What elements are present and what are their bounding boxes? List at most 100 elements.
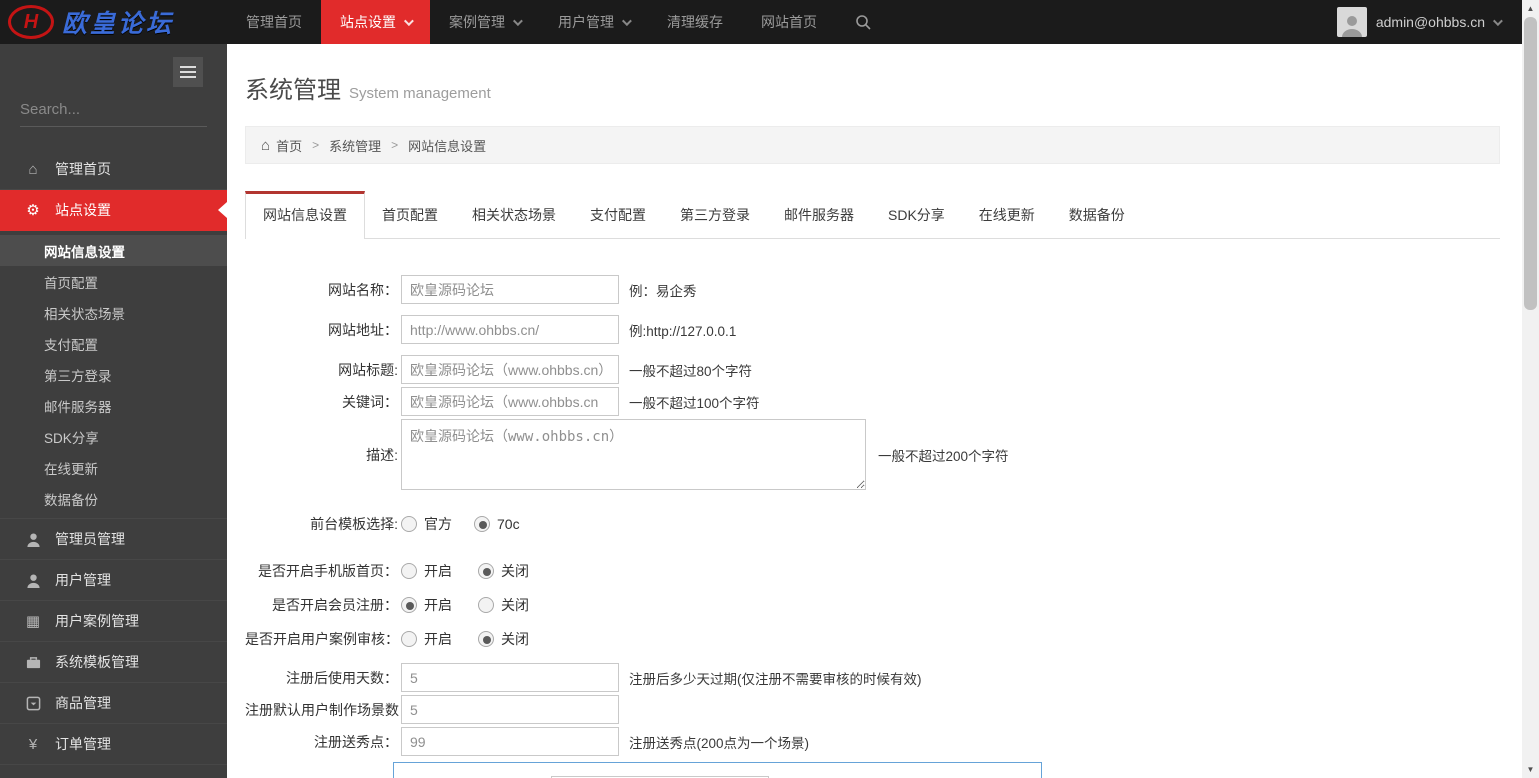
sidebar-item-user-management[interactable]: 用户管理 <box>0 560 227 601</box>
submenu-item-status-scene[interactable]: 相关状态场景 <box>0 297 227 328</box>
site-url-input[interactable] <box>401 315 619 344</box>
vertical-scrollbar[interactable]: ▲ ▼ <box>1522 0 1539 778</box>
topnav-label: 站点设置 <box>340 12 396 32</box>
tab-data-backup[interactable]: 数据备份 <box>1052 192 1142 238</box>
field-label: 注册后使用天数： <box>245 668 401 688</box>
sidebar-item-label: 站点设置 <box>55 200 111 220</box>
sidebar-item-site-settings[interactable]: ⚙ 站点设置 <box>0 190 227 231</box>
submenu-item-data-backup[interactable]: 数据备份 <box>0 483 227 514</box>
days-after-register-input[interactable] <box>401 663 619 692</box>
keywords-input[interactable] <box>401 387 619 416</box>
avatar <box>1337 7 1367 37</box>
register-points-input[interactable] <box>401 727 619 756</box>
radio-icon <box>474 516 490 532</box>
top-nav: 管理首页 站点设置 案例管理 用户管理 清理缓存 网站首页 <box>227 0 890 44</box>
tab-status-scene[interactable]: 相关状态场景 <box>455 192 573 238</box>
field-label: 是否开启会员注册： <box>245 595 401 615</box>
case-review-radio-group: 开启 关闭 <box>401 629 555 649</box>
sidebar-item-label: 订单管理 <box>55 734 111 754</box>
submenu-item-online-update[interactable]: 在线更新 <box>0 452 227 483</box>
radio-on[interactable]: 开启 <box>401 561 452 581</box>
form-row-site-title: 网站标题: 一般不超过80个字符 <box>245 355 1500 384</box>
submenu-label: SDK分享 <box>44 427 99 447</box>
radio-icon <box>401 597 417 613</box>
sidebar-search <box>20 101 207 127</box>
tab-site-info[interactable]: 网站信息设置 <box>245 191 365 239</box>
scrollbar-thumb[interactable] <box>1524 17 1537 310</box>
submenu-item-site-info[interactable]: 网站信息设置 <box>0 235 227 266</box>
field-helper: 例:http://127.0.0.1 <box>629 320 736 340</box>
field-helper: 注册送秀点(200点为一个场景) <box>629 732 809 752</box>
sidebar-item-system-template-management[interactable]: 系统模板管理 <box>0 642 227 683</box>
yen-icon: ¥ <box>22 736 44 753</box>
user-email: admin@ohbbs.cn <box>1376 14 1485 30</box>
topnav-item-case-management[interactable]: 案例管理 <box>430 0 539 44</box>
tab-sdk-share[interactable]: SDK分享 <box>871 192 962 238</box>
radio-label: 关闭 <box>501 595 529 615</box>
sidebar-collapse-button[interactable] <box>173 57 203 87</box>
topnav-item-site-home[interactable]: 网站首页 <box>742 0 836 44</box>
sidebar-submenu: 网站信息设置 首页配置 相关状态场景 支付配置 第三方登录 邮件服务器 SDK分… <box>0 231 227 519</box>
sidebar-item-product-management[interactable]: 商品管理 <box>0 683 227 724</box>
radio-70c[interactable]: 70c <box>474 516 520 532</box>
site-name-input[interactable] <box>401 275 619 304</box>
tab-online-update[interactable]: 在线更新 <box>962 192 1052 238</box>
gear-icon: ⚙ <box>22 201 44 219</box>
field-helper: 注册后多少天过期(仅注册不需要审核的时候有效) <box>629 668 922 688</box>
topnav-item-admin-home[interactable]: 管理首页 <box>227 0 321 44</box>
submenu-label: 在线更新 <box>44 458 98 478</box>
form-row-template-select: 前台模板选择: 官方 70c <box>245 514 1500 534</box>
sidebar-item-order-management[interactable]: ¥ 订单管理 <box>0 724 227 765</box>
site-title-input[interactable] <box>401 355 619 384</box>
scroll-up-icon[interactable]: ▲ <box>1522 0 1539 17</box>
color-settings-box: 总站大背景色： 默认：#f0f0f0; <box>393 762 1042 778</box>
radio-off[interactable]: 关闭 <box>478 561 529 581</box>
submenu-item-sdk-share[interactable]: SDK分享 <box>0 421 227 452</box>
sidebar-item-user-case-management[interactable]: ▦ 用户案例管理 <box>0 601 227 642</box>
topbar-search-button[interactable] <box>836 0 890 44</box>
radio-off[interactable]: 关闭 <box>478 595 529 615</box>
tab-payment-config[interactable]: 支付配置 <box>573 192 663 238</box>
topnav-item-site-settings[interactable]: 站点设置 <box>321 0 430 44</box>
topnav-label: 用户管理 <box>558 12 614 32</box>
topnav-item-user-management[interactable]: 用户管理 <box>539 0 648 44</box>
radio-official[interactable]: 官方 <box>401 514 452 534</box>
logo[interactable]: H 欧皇论坛 <box>0 0 227 44</box>
tab-mail-server[interactable]: 邮件服务器 <box>767 192 871 238</box>
user-menu[interactable]: admin@ohbbs.cn <box>1337 0 1522 44</box>
breadcrumb: ⌂ 首页 > 系统管理 > 网站信息设置 <box>245 126 1500 164</box>
member-register-radio-group: 开启 关闭 <box>401 595 555 615</box>
tab-bar: 网站信息设置 首页配置 相关状态场景 支付配置 第三方登录 邮件服务器 SDK分… <box>245 191 1500 239</box>
submenu-item-mail-server[interactable]: 邮件服务器 <box>0 390 227 421</box>
main-content: 系统管理 System management ⌂ 首页 > 系统管理 > 网站信… <box>227 44 1522 778</box>
submenu-label: 第三方登录 <box>44 365 112 385</box>
submenu-label: 支付配置 <box>44 334 98 354</box>
sidebar-item-label: 管理员管理 <box>55 529 125 549</box>
mobile-home-radio-group: 开启 关闭 <box>401 561 555 581</box>
description-textarea[interactable]: 欧皇源码论坛（www.ohbbs.cn） <box>401 419 866 490</box>
breadcrumb-item-system[interactable]: 系统管理 <box>329 136 381 155</box>
radio-on[interactable]: 开启 <box>401 595 452 615</box>
scroll-down-icon[interactable]: ▼ <box>1522 761 1539 778</box>
sidebar-search-input[interactable] <box>20 101 219 118</box>
tab-third-party-login[interactable]: 第三方登录 <box>663 192 767 238</box>
form-row-case-review: 是否开启用户案例审核： 开启 关闭 <box>245 629 1500 649</box>
sidebar-item-administrator-management[interactable]: 管理员管理 <box>0 519 227 560</box>
submenu-item-payment-config[interactable]: 支付配置 <box>0 328 227 359</box>
topnav-item-clear-cache[interactable]: 清理缓存 <box>648 0 742 44</box>
topnav-label: 清理缓存 <box>667 12 723 32</box>
page-subtitle: System management <box>349 85 491 102</box>
radio-off[interactable]: 关闭 <box>478 629 529 649</box>
submenu-item-third-party-login[interactable]: 第三方登录 <box>0 359 227 390</box>
radio-label: 开启 <box>424 561 452 581</box>
field-helper: 一般不超过100个字符 <box>629 392 760 412</box>
page-head: 系统管理 System management <box>245 70 1500 105</box>
default-scene-count-input[interactable] <box>401 695 619 724</box>
submenu-item-home-config[interactable]: 首页配置 <box>0 266 227 297</box>
tab-home-config[interactable]: 首页配置 <box>365 192 455 238</box>
breadcrumb-item-home[interactable]: 首页 <box>276 136 302 155</box>
sidebar-item-admin-home[interactable]: ⌂ 管理首页 <box>0 149 227 190</box>
field-label: 是否开启用户案例审核： <box>245 629 401 649</box>
radio-on[interactable]: 开启 <box>401 629 452 649</box>
form-row-default-scene-count: 注册默认用户制作场景数： <box>245 695 1500 724</box>
